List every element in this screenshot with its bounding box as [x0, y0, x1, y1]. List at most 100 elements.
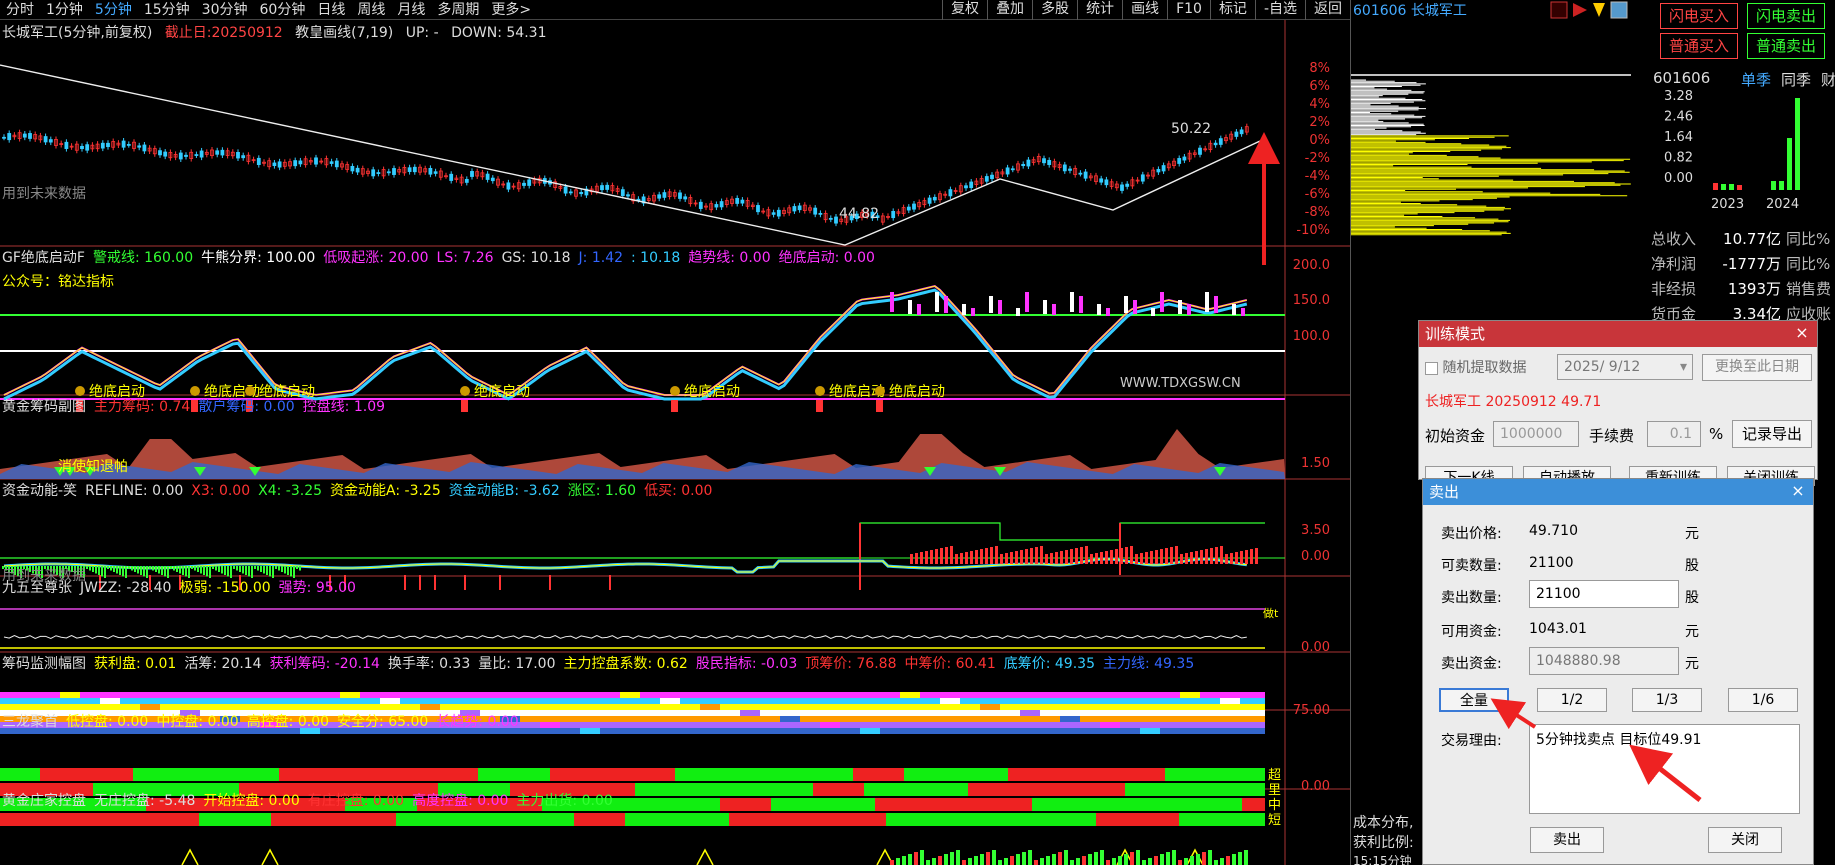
candle [106, 142, 110, 148]
zhuang-bar [1028, 850, 1032, 865]
play-icon[interactable] [1573, 3, 1587, 17]
indicator-value: 中筹价: 60.41 [904, 656, 996, 672]
period-tab[interactable]: 更多> [485, 0, 537, 20]
flash-sell-button[interactable]: 闪电卖出 [1747, 3, 1825, 29]
fund-bar [284, 566, 286, 574]
f10-bar [1771, 181, 1776, 190]
gf-histogram-bar [944, 296, 948, 313]
date-value: 2025/ 9/12 [1564, 359, 1641, 375]
f10-tab-quarter[interactable]: 单季 [1741, 69, 1771, 90]
period-tab[interactable]: 5分钟 [89, 0, 138, 20]
zhuang-bar [1148, 858, 1152, 865]
close-button[interactable]: 关闭 [1708, 827, 1782, 853]
chart-area[interactable]: 绝底启动 绝底启动 绝底启动 绝底启动 绝底启动 绝底启动 绝底启动超里中短 长城军工(5分… [0, 20, 1350, 865]
bar-chart-icon[interactable] [1550, 1, 1568, 19]
period-tab[interactable]: 日线 [311, 0, 351, 20]
picture-icon[interactable] [1610, 1, 1628, 19]
sell-qty-input[interactable]: 21100 [1529, 580, 1679, 608]
fund-bar [1255, 548, 1258, 564]
chip-stripe-segment [100, 698, 120, 704]
period-tab[interactable]: 周线 [351, 0, 391, 20]
period-tab[interactable]: 分时 [0, 0, 40, 20]
capital-input[interactable]: 1000000 [1493, 421, 1579, 447]
gf-histogram-bar [1241, 308, 1245, 316]
chip-stripe-segment [580, 728, 600, 734]
gf-line-c [3, 285, 1247, 396]
ratio-half-button[interactable]: 1/2 [1537, 688, 1607, 712]
trade-reason-textarea[interactable]: 5分钟找卖点 目标位49.91 [1529, 724, 1800, 814]
period-tab[interactable]: 30分钟 [196, 0, 254, 20]
chart-canvas[interactable]: 绝底启动 绝底启动 绝底启动 绝底启动 绝底启动 绝底启动 绝底启动超里中短 [0, 20, 1350, 865]
period-tab[interactable]: 60分钟 [254, 0, 312, 20]
period-tab[interactable]: 1分钟 [40, 0, 89, 20]
confirm-sell-button[interactable]: 卖出 [1530, 827, 1604, 853]
zhuang-bar [1220, 858, 1224, 865]
normal-buy-button[interactable]: 普通买入 [1660, 33, 1738, 59]
toolbar-function-button[interactable]: 叠加 [987, 0, 1032, 20]
ratio-sixth-button[interactable]: 1/6 [1728, 688, 1798, 712]
candle [969, 181, 974, 189]
gf-histogram-bar [1025, 292, 1029, 312]
indicator-value: 低控盘: 0.00 [66, 714, 149, 730]
period-tab[interactable]: 月线 [391, 0, 431, 20]
ratio-third-button[interactable]: 1/3 [1632, 688, 1702, 712]
toolbar-function-button[interactable]: -自选 [1254, 0, 1305, 20]
f10-tab-finance[interactable]: 财 [1821, 69, 1835, 90]
flash-buy-button[interactable]: 闪电买入 [1660, 3, 1738, 29]
toolbar-function-button[interactable]: 多股 [1032, 0, 1077, 20]
fund-bar [1060, 551, 1063, 564]
capital-label: 初始资金 [1425, 427, 1486, 445]
fund-bar [221, 566, 223, 574]
normal-sell-button[interactable]: 普通卖出 [1747, 33, 1825, 59]
fund-bar [116, 566, 118, 574]
panel-gf-title: GF绝底启动F 警戒线: 160.00 牛熊分界: 100.00 低吸起涨: 20.0… [2, 247, 883, 267]
indicator-value: 底筹价: 49.35 [1003, 656, 1095, 672]
candle [735, 197, 740, 204]
period-tab[interactable]: 多周期 [431, 0, 485, 20]
candle [563, 186, 568, 194]
close-icon[interactable]: × [1789, 482, 1807, 500]
fee-input[interactable]: 0.1 [1647, 421, 1701, 447]
close-icon[interactable]: × [1793, 324, 1811, 342]
f10-tab-same-quarter[interactable]: 同季 [1781, 69, 1811, 90]
chevron-down-icon[interactable]: ▾ [1680, 355, 1687, 379]
change-date-button[interactable]: 更换至此日期 [1702, 354, 1812, 381]
start-marker-icon [875, 386, 885, 396]
candle [178, 152, 183, 160]
fund-bar [257, 566, 259, 571]
toolbar-function-button[interactable]: F10 [1167, 0, 1210, 20]
fund-bar [1240, 551, 1243, 564]
toolbar-function-button[interactable]: 标记 [1209, 0, 1255, 20]
function-buttons: 复权 叠加 多股 统计 画线 F10 标记 -自选 返回 [942, 0, 1350, 20]
indicator-value: 中控盘: 0.00 [156, 714, 239, 730]
flag-icon[interactable] [1593, 3, 1605, 17]
fund-bar [915, 553, 918, 564]
indicator-value: REFLINE: 0.00 [85, 483, 184, 499]
fund-bar [1070, 549, 1073, 564]
fund-bar [254, 566, 256, 569]
f10-row-label: 净利润 [1651, 255, 1697, 273]
candle [490, 177, 495, 182]
dragon-row-segment [40, 768, 133, 781]
toolbar-function-button[interactable]: 复权 [942, 0, 987, 20]
zhuang-bar [1202, 852, 1206, 865]
fund-bar [152, 566, 154, 571]
zhuang-bar [962, 860, 966, 865]
toolbar-function-button[interactable]: 返回 [1305, 0, 1350, 20]
ratio-full-button[interactable]: 全量 [1439, 688, 1509, 712]
export-record-button[interactable]: 记录导出 [1732, 420, 1812, 448]
period-tab[interactable]: 15分钟 [138, 0, 196, 20]
sell-dialog: 卖出 × 卖出价格: 49.710 元 可卖数量: 21100 股 卖出数量: … [1422, 478, 1814, 865]
toolbar-function-button[interactable]: 画线 [1122, 0, 1167, 20]
chip-stripe-segment [420, 704, 440, 710]
y-axis-label: 2% [1309, 115, 1330, 130]
candle [48, 139, 53, 143]
random-extract-checkbox[interactable]: 随机提取数据 [1425, 357, 1526, 377]
candle [605, 184, 610, 190]
date-picker[interactable]: 2025/ 9/12 ▾ [1557, 354, 1693, 380]
toolbar-function-button[interactable]: 统计 [1077, 0, 1122, 20]
candle [298, 160, 303, 165]
dragon-row-segment [1242, 798, 1265, 811]
checkbox-icon[interactable] [1425, 361, 1438, 375]
zhuang-bar [956, 850, 960, 865]
